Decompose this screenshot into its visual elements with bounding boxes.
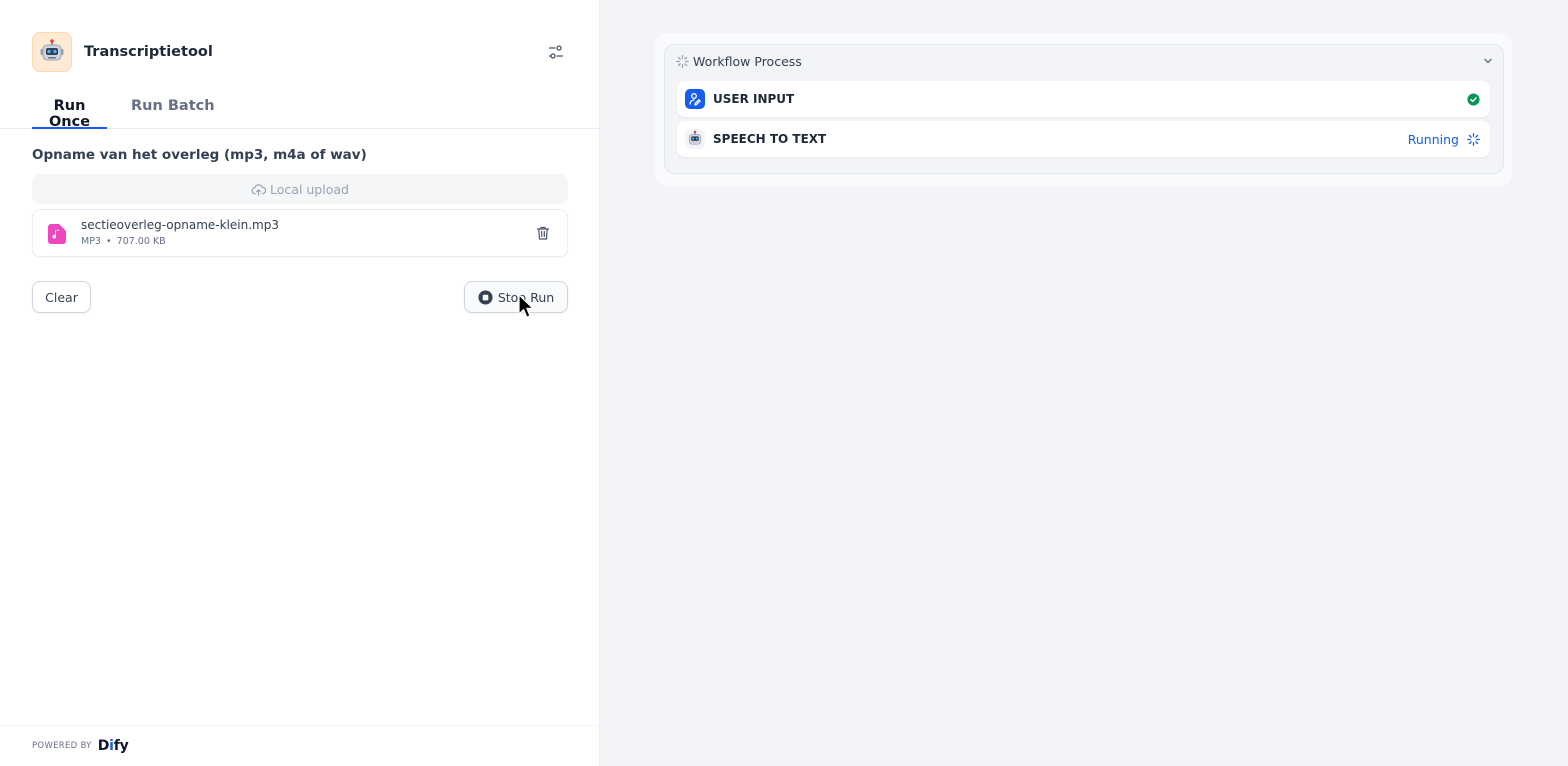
- node-title: SPEECH TO TEXT: [713, 132, 827, 146]
- app-avatar: [32, 32, 72, 72]
- chevron-down-icon[interactable]: [1482, 55, 1494, 67]
- check-circle-icon: [1467, 92, 1480, 106]
- workflow-process-title: Workflow Process: [693, 53, 802, 69]
- loading-spinner-icon: [1467, 132, 1480, 146]
- loading-spinner-icon: [676, 54, 689, 68]
- tab-run-once[interactable]: Run Once: [32, 90, 107, 130]
- workflow-node-speech-to-text[interactable]: SPEECH TO TEXT Running: [677, 121, 1490, 157]
- local-upload-label: Local upload: [270, 181, 349, 197]
- tab-run-batch[interactable]: Run Batch: [131, 90, 215, 129]
- clear-button[interactable]: Clear: [32, 281, 91, 313]
- delete-file-icon[interactable]: [535, 225, 551, 241]
- audio-field-label: Opname van het overleg (mp3, m4a of wav): [32, 147, 367, 163]
- run-mode-tabs: Run Once Run Batch: [0, 90, 600, 130]
- audio-file-icon: [48, 224, 66, 244]
- robot-icon: [40, 39, 64, 61]
- node-status: [1467, 92, 1480, 106]
- mouse-cursor-icon: [518, 294, 534, 318]
- node-status: Running: [1408, 132, 1480, 147]
- speech-to-text-robot-icon: [685, 129, 705, 149]
- uploaded-file-card: sectieoverleg-opname-klein.mp3 MP3 • 707…: [32, 209, 568, 257]
- run-panel: Transcriptietool Run Once Run Batch Opna…: [0, 0, 600, 766]
- sliders-icon: [548, 45, 564, 59]
- footer: POWERED BY Dify: [0, 725, 600, 766]
- node-title: USER INPUT: [713, 92, 795, 106]
- file-meta-separator: •: [106, 236, 112, 247]
- powered-by-label: POWERED BY: [32, 741, 92, 751]
- file-type: MP3: [81, 236, 101, 247]
- app-title: Transcriptietool: [84, 44, 213, 60]
- settings-button[interactable]: [544, 40, 568, 64]
- cloud-upload-icon: [251, 183, 267, 196]
- file-size: 707.00 KB: [116, 236, 166, 247]
- user-input-icon: [685, 89, 705, 109]
- local-upload-button[interactable]: Local upload: [32, 174, 568, 204]
- running-status-label: Running: [1407, 131, 1459, 147]
- stop-circle-icon: [478, 289, 493, 305]
- file-meta: MP3 • 707.00 KB: [81, 236, 166, 247]
- app-header: Transcriptietool: [32, 32, 568, 72]
- file-name: sectieoverleg-opname-klein.mp3: [81, 218, 279, 232]
- workflow-process-header[interactable]: Workflow Process: [676, 52, 1494, 70]
- dify-logo[interactable]: Dify: [98, 738, 129, 754]
- stop-run-button[interactable]: Stop Run: [464, 281, 568, 313]
- workflow-node-user-input[interactable]: USER INPUT: [677, 81, 1490, 117]
